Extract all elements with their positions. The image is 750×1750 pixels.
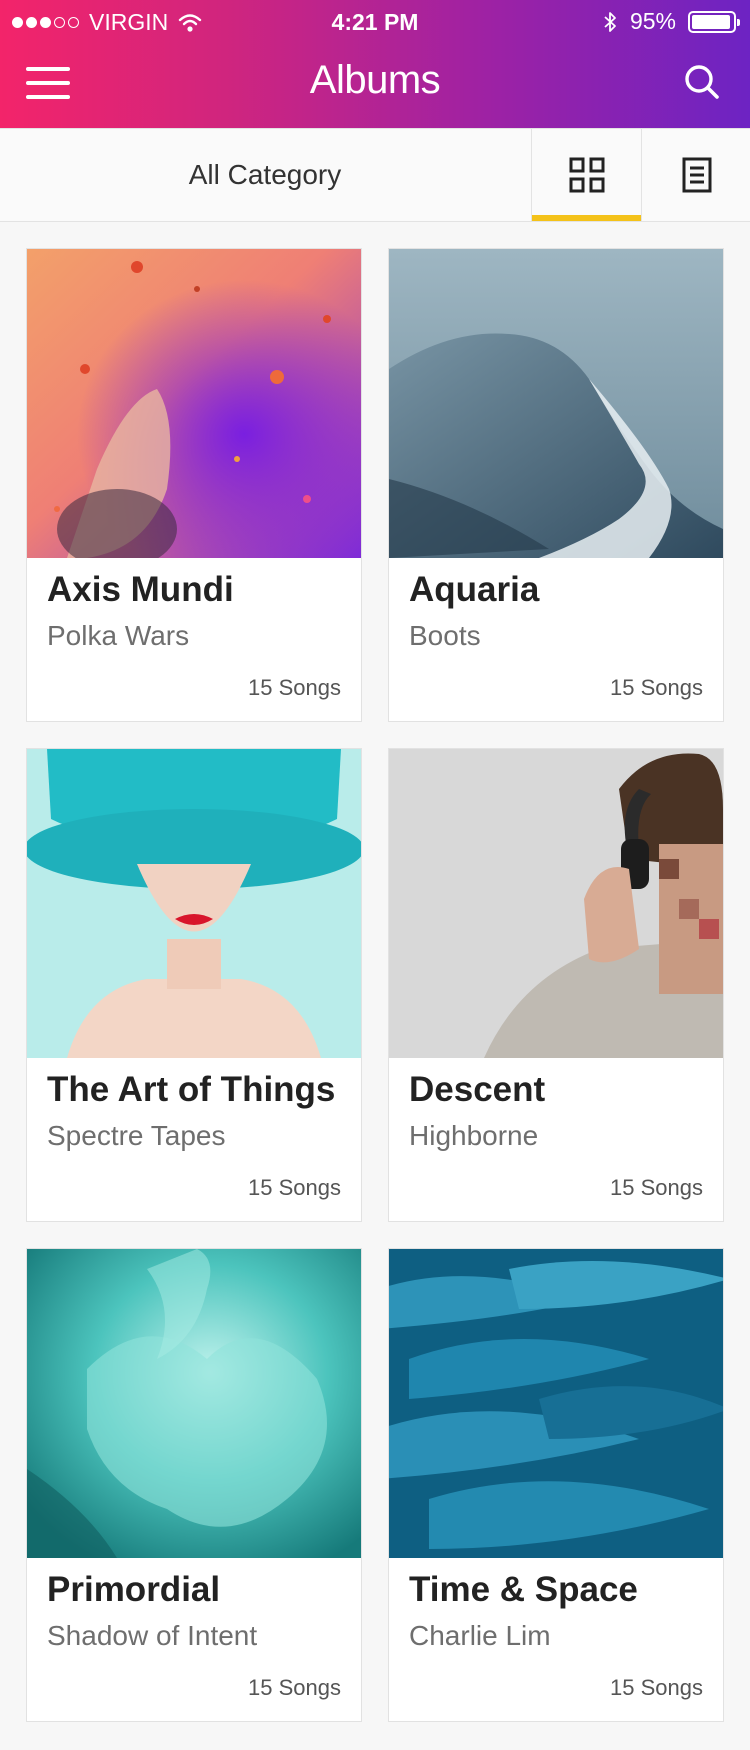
album-title: The Art of Things: [47, 1070, 336, 1109]
album-card-time-and-space[interactable]: Time & Space Charlie Lim 15 Songs: [388, 1248, 724, 1722]
album-artist: Boots: [409, 620, 481, 651]
list-view-tab[interactable]: [641, 129, 750, 221]
song-count: 15 Songs: [248, 675, 341, 700]
album-card-primordial[interactable]: Primordial Shadow of Intent 15 Songs: [26, 1248, 362, 1722]
album-title: Time & Space: [409, 1570, 638, 1609]
album-info: The Art of Things Spectre Tapes 15 Songs: [27, 1058, 361, 1221]
album-art: [389, 1249, 723, 1558]
search-button[interactable]: [682, 62, 722, 102]
album-artist: Charlie Lim: [409, 1620, 551, 1651]
page-title: Albums: [309, 58, 441, 102]
album-info: Descent Highborne 15 Songs: [389, 1058, 723, 1221]
album-info: Aquaria Boots 15 Songs: [389, 558, 723, 721]
nav-bar: Albums: [0, 44, 750, 128]
view-tabs: All Category: [0, 128, 750, 222]
album-art: [27, 749, 361, 1058]
album-title: Primordial: [47, 1570, 221, 1609]
status-bar: VIRGIN 4:21 PM 95%: [0, 0, 750, 44]
song-count: 15 Songs: [248, 1675, 341, 1700]
bluetooth-icon: [604, 11, 616, 32]
album-card-the-art-of-things[interactable]: The Art of Things Spectre Tapes 15 Songs: [26, 748, 362, 1222]
album-info: Time & Space Charlie Lim 15 Songs: [389, 1558, 723, 1721]
list-icon: [682, 157, 711, 193]
album-card-aquaria[interactable]: Aquaria Boots 15 Songs: [388, 248, 724, 722]
album-title: Aquaria: [409, 570, 540, 609]
search-icon: [685, 65, 719, 99]
album-info: Primordial Shadow of Intent 15 Songs: [27, 1558, 361, 1721]
battery-icon: [688, 10, 740, 33]
album-artist: Spectre Tapes: [47, 1120, 226, 1151]
grid-icon: [569, 157, 604, 193]
grid-view-tab[interactable]: [531, 129, 642, 221]
song-count: 15 Songs: [610, 675, 703, 700]
album-card-axis-mundi[interactable]: Axis Mundi Polka Wars 15 Songs: [26, 248, 362, 722]
album-art: [27, 249, 361, 558]
app-header: VIRGIN 4:21 PM 95% Albums: [0, 0, 750, 128]
battery-percent: 95%: [629, 8, 676, 34]
album-artist: Highborne: [409, 1120, 539, 1151]
song-count: 15 Songs: [610, 1175, 703, 1200]
album-info: Axis Mundi Polka Wars 15 Songs: [27, 558, 361, 721]
album-title: Axis Mundi: [47, 570, 234, 609]
song-count: 15 Songs: [248, 1175, 341, 1200]
album-art: [389, 249, 723, 558]
album-artist: Polka Wars: [47, 620, 190, 651]
song-count: 15 Songs: [610, 1675, 703, 1700]
album-art: [389, 749, 723, 1058]
album-title: Descent: [409, 1070, 546, 1109]
album-card-descent[interactable]: Descent Highborne 15 Songs: [388, 748, 724, 1222]
album-art: [27, 1249, 361, 1558]
album-artist: Shadow of Intent: [47, 1620, 258, 1651]
category-selector[interactable]: All Category: [0, 129, 530, 221]
